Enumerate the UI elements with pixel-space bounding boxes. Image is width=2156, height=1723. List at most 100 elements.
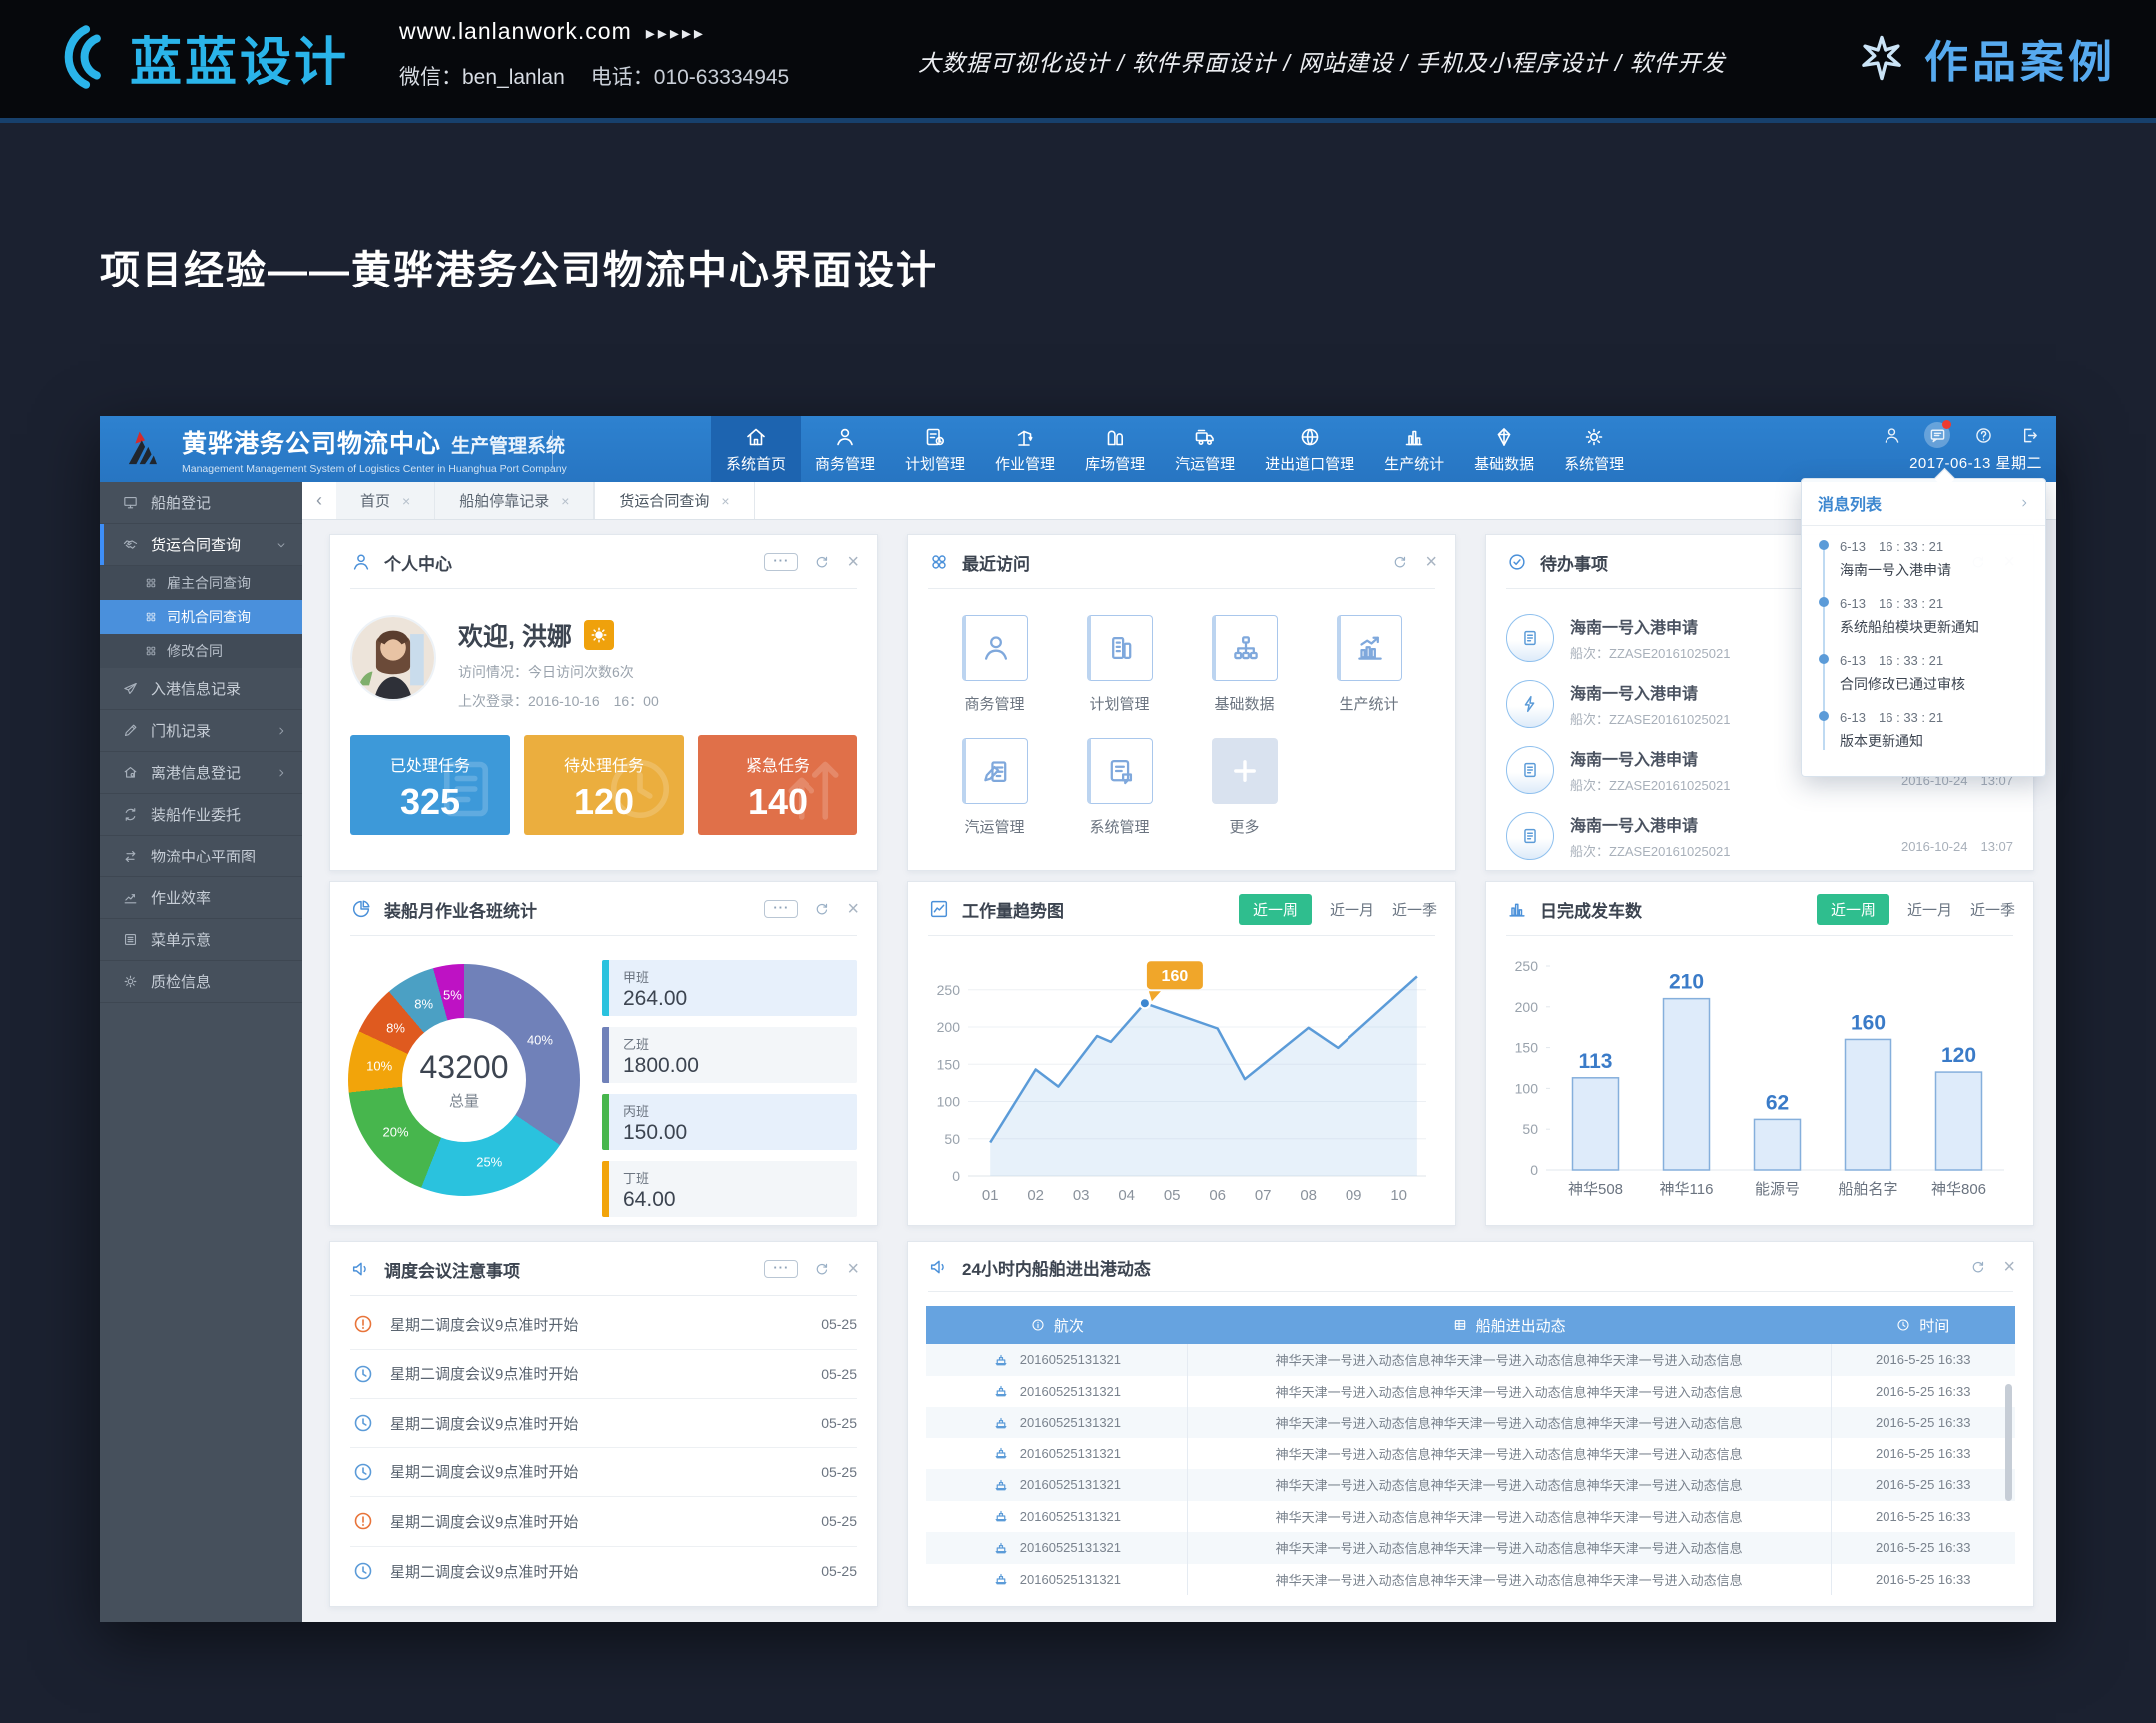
nav-item[interactable]: 作业管理 xyxy=(980,416,1070,482)
table-row[interactable]: 20160525131321 神华天津一号进入动态信息神华天津一号进入动态信息神… xyxy=(926,1532,2015,1564)
shortcut-tile[interactable]: 汽运管理 xyxy=(932,738,1057,837)
sidebar-item[interactable]: 离港信息登记 xyxy=(100,752,302,794)
arrows-icon: ▸▸▸▸▸ xyxy=(646,23,706,43)
range-pill[interactable]: 近一周 xyxy=(1239,894,1312,925)
legend-row: 乙班 1800.00 xyxy=(602,1027,857,1083)
nav-item[interactable]: 进出道口管理 xyxy=(1250,416,1369,482)
tab-scroll-left[interactable] xyxy=(302,482,336,519)
range-pill[interactable]: 近一周 xyxy=(1817,894,1889,925)
sidebar-item[interactable]: 装船作业委托 xyxy=(100,794,302,836)
close-icon[interactable] xyxy=(847,1259,859,1279)
svg-text:神华806: 神华806 xyxy=(1931,1181,1986,1198)
nav-item[interactable]: 基础数据 xyxy=(1459,416,1549,482)
chevron-right-icon[interactable] xyxy=(2017,496,2031,510)
close-icon[interactable] xyxy=(847,552,859,572)
nav-item[interactable]: 系统首页 xyxy=(711,416,801,482)
sidebar-item[interactable]: 修改合同 xyxy=(100,634,302,668)
message-item[interactable]: 6-13 16 : 33 : 21 合同修改已通过审核 xyxy=(1814,650,2033,707)
sidebar-item[interactable]: 质检信息 xyxy=(100,961,302,1003)
utility-icon[interactable] xyxy=(1970,422,1996,448)
table-row[interactable]: 20160525131321 神华天津一号进入动态信息神华天津一号进入动态信息神… xyxy=(926,1438,2015,1470)
meeting-item[interactable]: 星期二调度会议9点准时开始 05-25 xyxy=(350,1497,857,1547)
message-item[interactable]: 6-13 16 : 33 : 21 版本更新通知 xyxy=(1814,707,2033,764)
meeting-item[interactable]: 星期二调度会议9点准时开始 05-25 xyxy=(350,1448,857,1498)
refresh-icon[interactable] xyxy=(813,1260,831,1278)
stat-box[interactable]: 待处理任务 120 xyxy=(524,735,684,835)
range-pill[interactable]: 近一季 xyxy=(1970,899,2015,920)
sidebar-item[interactable]: 司机合同查询 xyxy=(100,600,302,634)
scrollbar[interactable] xyxy=(2005,1384,2012,1501)
stat-box[interactable]: 紧急任务 140 xyxy=(698,735,857,835)
shipping-table: 航次 船舶进出动态 时间 20160525131321 神华天津一号进入动态信息… xyxy=(926,1306,2015,1595)
close-tab-icon[interactable] xyxy=(402,493,410,509)
utility-icon[interactable] xyxy=(1924,422,1950,448)
meeting-item[interactable]: 星期二调度会议9点准时开始 05-25 xyxy=(350,1547,857,1597)
table-row[interactable]: 20160525131321 神华天津一号进入动态信息神华天津一号进入动态信息神… xyxy=(926,1564,2015,1596)
more-icon[interactable] xyxy=(764,900,798,918)
meeting-item[interactable]: 星期二调度会议9点准时开始 05-25 xyxy=(350,1300,857,1350)
sidebar-item[interactable]: 作业效率 xyxy=(100,877,302,919)
building-icon xyxy=(1104,631,1138,665)
tab[interactable]: 首页 xyxy=(336,482,435,519)
shortcut-tile[interactable]: 更多 xyxy=(1182,738,1307,837)
shortcut-tile[interactable]: 计划管理 xyxy=(1057,615,1182,714)
close-icon[interactable] xyxy=(1425,552,1437,572)
close-tab-icon[interactable] xyxy=(721,493,729,509)
refresh-icon[interactable] xyxy=(1969,1258,1987,1276)
sidebar-item[interactable]: 船舶登记 xyxy=(100,482,302,524)
close-icon[interactable] xyxy=(2003,1257,2015,1277)
shortcut-tile[interactable]: 商务管理 xyxy=(932,615,1057,714)
plus-icon xyxy=(1228,754,1262,788)
table-row[interactable]: 20160525131321 神华天津一号进入动态信息神华天津一号进入动态信息神… xyxy=(926,1376,2015,1408)
message-item[interactable]: 6-13 16 : 33 : 21 海南一号入港申请 xyxy=(1814,536,2033,593)
card-title: 个人中心 xyxy=(384,550,452,575)
range-pill[interactable]: 近一月 xyxy=(1907,899,1952,920)
grid-icon xyxy=(928,551,950,573)
sidebar-item[interactable]: 物流中心平面图 xyxy=(100,836,302,877)
meeting-item[interactable]: 星期二调度会议9点准时开始 05-25 xyxy=(350,1399,857,1448)
table-row[interactable]: 20160525131321 神华天津一号进入动态信息神华天津一号进入动态信息神… xyxy=(926,1407,2015,1438)
tab[interactable]: 货运合同查询 xyxy=(594,482,754,519)
nav-item[interactable]: 生产统计 xyxy=(1369,416,1459,482)
shortcut-tile[interactable]: 基础数据 xyxy=(1182,615,1307,714)
sidebar-item[interactable]: 入港信息记录 xyxy=(100,668,302,710)
more-icon[interactable] xyxy=(764,553,798,571)
sidebar-item[interactable]: 菜单示意 xyxy=(100,919,302,961)
close-tab-icon[interactable] xyxy=(561,493,569,509)
port-logo-icon xyxy=(118,423,170,475)
sidebar-item[interactable]: 雇主合同查询 xyxy=(100,566,302,600)
range-pill[interactable]: 近一月 xyxy=(1330,899,1374,920)
doc-icon xyxy=(1519,759,1541,781)
nav-item[interactable]: 系统管理 xyxy=(1549,416,1639,482)
sidebar-item[interactable]: 门机记录 xyxy=(100,710,302,752)
table-row[interactable]: 20160525131321 神华天津一号进入动态信息神华天津一号进入动态信息神… xyxy=(926,1501,2015,1533)
last-login: 上次登录：2016-10-16 16：00 xyxy=(458,691,659,711)
tab[interactable]: 船舶停靠记录 xyxy=(435,482,594,519)
slice-label: 25% xyxy=(476,1155,502,1170)
shortcut-tile[interactable]: 系统管理 xyxy=(1057,738,1182,837)
svg-text:120: 120 xyxy=(1941,1044,1976,1067)
lanlan-logo-icon xyxy=(46,14,120,100)
utility-icon[interactable] xyxy=(2016,422,2042,448)
nav-item[interactable]: 商务管理 xyxy=(801,416,890,482)
sidebar-item[interactable]: 货运合同查询 xyxy=(100,524,302,566)
refresh-icon[interactable] xyxy=(813,900,831,918)
shortcut-tile[interactable]: 生产统计 xyxy=(1307,615,1431,714)
close-icon[interactable] xyxy=(847,899,859,919)
range-pill[interactable]: 近一季 xyxy=(1392,899,1437,920)
website-url[interactable]: www.lanlanwork.com▸▸▸▸▸ xyxy=(399,18,789,45)
message-item[interactable]: 6-13 16 : 33 : 21 系统船舶模块更新通知 xyxy=(1814,593,2033,650)
nav-item[interactable]: 汽运管理 xyxy=(1160,416,1250,482)
meeting-item[interactable]: 星期二调度会议9点准时开始 05-25 xyxy=(350,1350,857,1400)
refresh-icon[interactable] xyxy=(1391,553,1409,571)
refresh-icon[interactable] xyxy=(813,553,831,571)
table-row[interactable]: 20160525131321 神华天津一号进入动态信息神华天津一号进入动态信息神… xyxy=(926,1469,2015,1501)
table-row[interactable]: 20160525131321 神华天津一号进入动态信息神华天津一号进入动态信息神… xyxy=(926,1344,2015,1376)
nav-item[interactable]: 库场管理 xyxy=(1070,416,1160,482)
stat-box[interactable]: 已处理任务 325 xyxy=(350,735,510,835)
todo-item[interactable]: 海南一号入港申请 船次：ZZASE20161025021 2016-10-24 … xyxy=(1506,803,2013,868)
utility-icon[interactable] xyxy=(1879,422,1904,448)
svg-text:100: 100 xyxy=(937,1094,961,1110)
nav-item[interactable]: 计划管理 xyxy=(890,416,980,482)
more-icon[interactable] xyxy=(764,1260,798,1278)
